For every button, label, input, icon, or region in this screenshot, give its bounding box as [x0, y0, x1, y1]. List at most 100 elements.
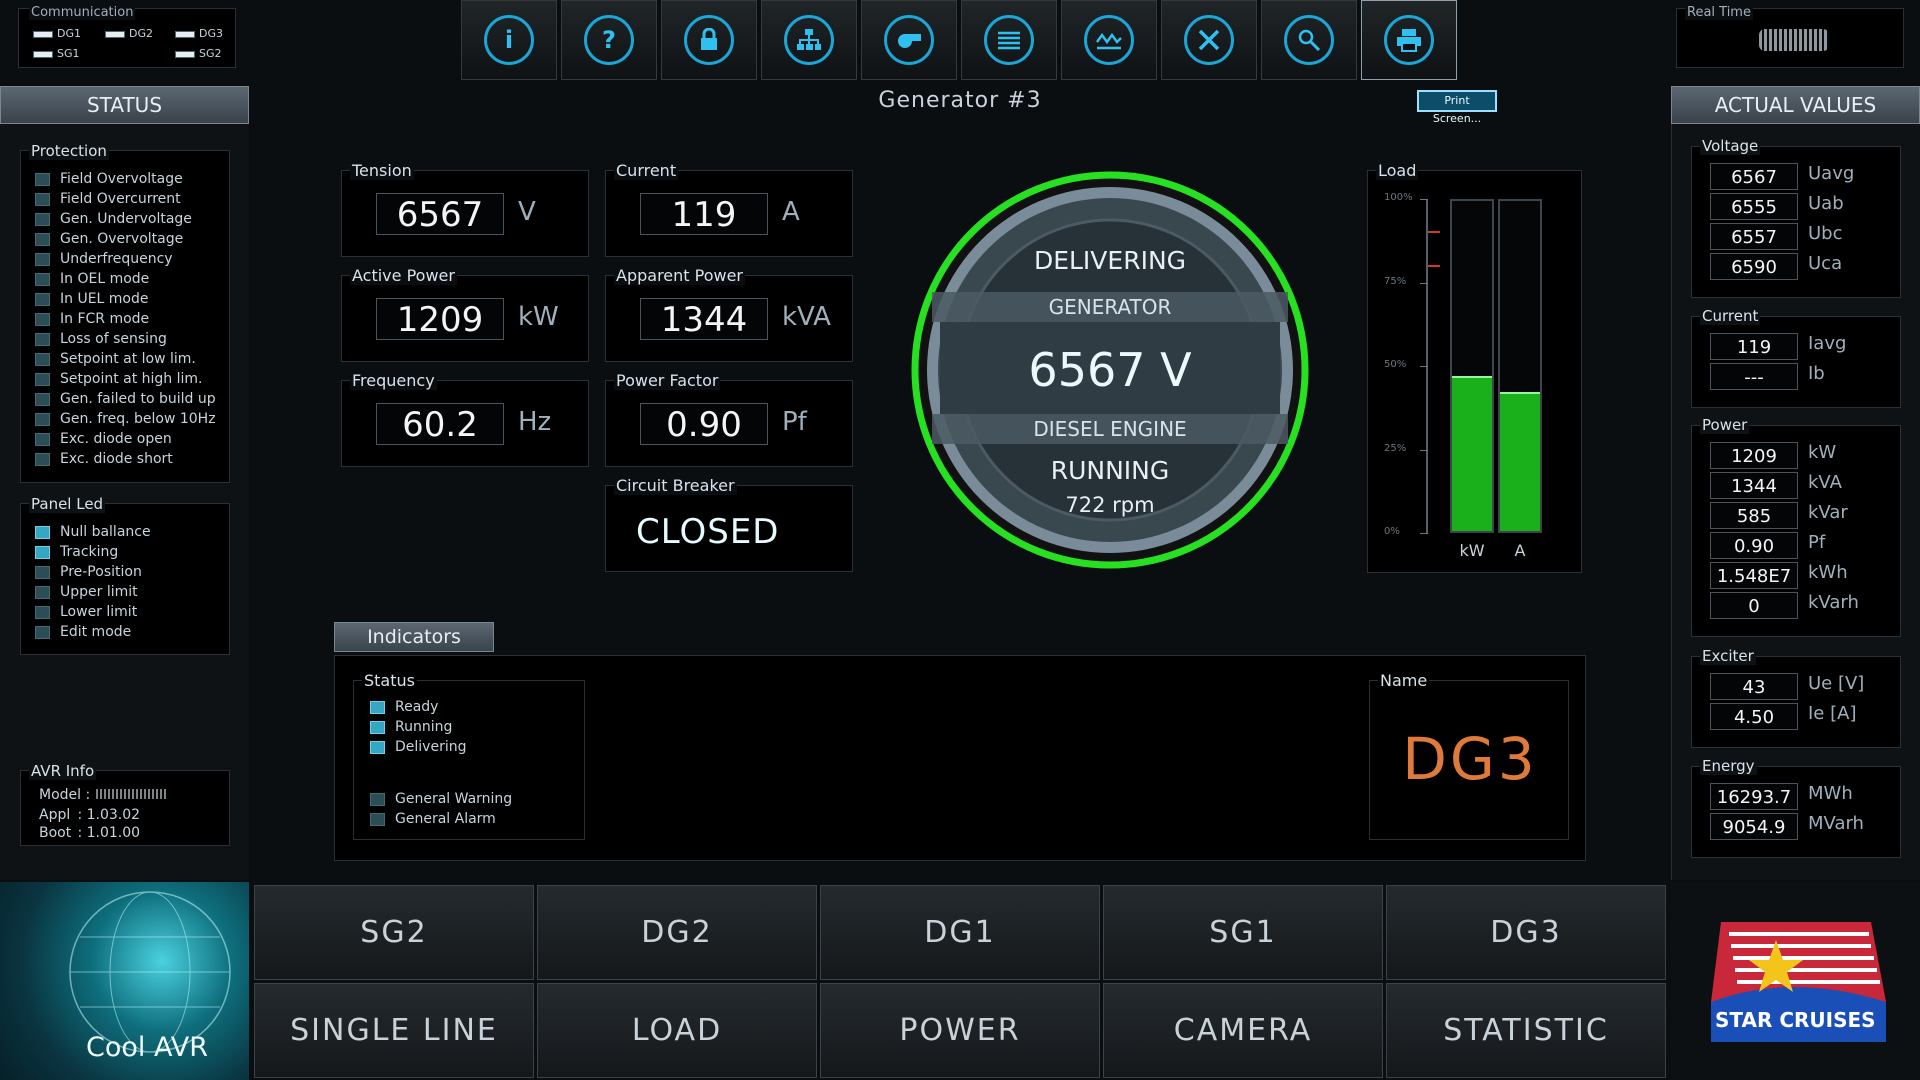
- actual-voltage-title: Voltage: [1700, 137, 1761, 155]
- trend-button[interactable]: [1061, 0, 1157, 80]
- frequency-panel: Frequency 60.2 Hz: [341, 371, 589, 467]
- load-bar-label: A: [1514, 541, 1526, 560]
- indicator-status-item: General Warning: [370, 789, 512, 809]
- indicator-status-label: Ready: [395, 699, 439, 715]
- load-tick-label: 0%: [1384, 526, 1400, 537]
- actual-power-panel: Power 1209 kW 1344 kVA 585 kVar 0.90 Pf 1.548E7 kW…: [1691, 416, 1901, 637]
- name-panel: Name DG3: [1369, 671, 1569, 840]
- protection-label: In FCR mode: [60, 311, 150, 327]
- nav-button-power[interactable]: POWER: [820, 983, 1100, 1078]
- actual-current-panel: Current 119 Iavg --- Ib: [1691, 307, 1901, 408]
- active-power-label: Active Power: [350, 266, 457, 285]
- protection-label: In UEL mode: [60, 291, 149, 307]
- actual-energy-title: Energy: [1700, 757, 1757, 775]
- help-button[interactable]: ?: [561, 0, 657, 80]
- actual-power-unit: kVA: [1808, 472, 1842, 493]
- tools-icon: [1184, 15, 1234, 65]
- avr-model-graphic: [96, 789, 169, 799]
- actual-exciter-unit: Ie [A]: [1808, 703, 1857, 724]
- realtime-clock-graphic: [1759, 29, 1829, 51]
- indicator-status-item: Running: [370, 717, 466, 737]
- protection-label: Loss of sensing: [60, 331, 167, 347]
- indicator-status-label: General Warning: [395, 791, 513, 807]
- load-red-mark-2: [1428, 265, 1440, 267]
- actual-power-unit: kVar: [1808, 502, 1848, 523]
- indicator-status-item: Ready: [370, 697, 466, 717]
- nav-button-sg2[interactable]: SG2: [254, 885, 534, 980]
- comm-dg2: DG2: [105, 27, 153, 40]
- actual-voltage-unit: Uca: [1808, 253, 1843, 274]
- actual-power-unit: kW: [1808, 442, 1837, 463]
- trend-icon: [1084, 15, 1134, 65]
- nav-button-camera[interactable]: CAMERA: [1103, 983, 1383, 1078]
- protection-panel: Protection Field Overvoltage Field Overcu…: [20, 142, 230, 483]
- panel-led-label: Null ballance: [60, 524, 151, 540]
- comm-sg2: SG2: [175, 47, 222, 60]
- status-led-icon: [35, 432, 50, 446]
- actual-energy-panel: Energy 16293.7 MWh 9054.9 MVarh: [1691, 757, 1901, 858]
- indicators-status-panel: Status Ready Running Delivering General Wa…: [353, 671, 585, 840]
- nav-button-load[interactable]: LOAD: [537, 983, 817, 1078]
- search-button[interactable]: [1261, 0, 1357, 80]
- avr-boot-row: Boot : 1.01.00: [39, 825, 141, 841]
- status-led-icon: [35, 412, 50, 426]
- nav-button-statistic[interactable]: STATISTIC: [1386, 983, 1666, 1078]
- load-bar-kW: [1452, 376, 1492, 531]
- status-led-icon: [35, 545, 50, 559]
- lock-button[interactable]: [661, 0, 757, 80]
- nav-button-dg2[interactable]: DG2: [537, 885, 817, 980]
- info-button[interactable]: i: [461, 0, 557, 80]
- status-led-icon: [370, 700, 385, 714]
- status-led-icon: [35, 452, 50, 466]
- page-title: Generator #3: [878, 88, 1042, 113]
- indicators-tab[interactable]: Indicators: [334, 622, 494, 652]
- actual-current-unit: Ib: [1808, 363, 1825, 384]
- print-button[interactable]: [1361, 0, 1457, 80]
- indicator-status-label: Running: [395, 719, 453, 735]
- actual-power-value: 1344: [1710, 472, 1798, 499]
- load-tick-mark: [1420, 449, 1428, 451]
- nav-button-dg1[interactable]: DG1: [820, 885, 1100, 980]
- name-title: Name: [1378, 671, 1430, 690]
- protection-item: Gen. Overvoltage: [35, 229, 216, 249]
- circuit-breaker-label: Circuit Breaker: [614, 476, 737, 495]
- load-title: Load: [1376, 161, 1419, 180]
- panel-led-item: Upper limit: [35, 582, 151, 602]
- help-icon: ?: [584, 15, 634, 65]
- tension-value: 6567: [376, 193, 504, 235]
- frequency-unit: Hz: [518, 407, 552, 437]
- realtime-panel: Real Time: [1676, 5, 1904, 68]
- nav-button-dg3[interactable]: DG3: [1386, 885, 1666, 980]
- panel-led-item: Lower limit: [35, 602, 151, 622]
- list-button[interactable]: [961, 0, 1057, 80]
- gauge-generator-label: GENERATOR: [1048, 295, 1172, 319]
- protection-item: Setpoint at high lim.: [35, 369, 216, 389]
- protection-item: Field Overvoltage: [35, 169, 216, 189]
- indicators-panel: Status Ready Running Delivering General Wa…: [334, 655, 1586, 861]
- whistle-button[interactable]: [861, 0, 957, 80]
- nav-button-sg1[interactable]: SG1: [1103, 885, 1383, 980]
- bottom-left-logo: Cool AVR: [0, 882, 249, 1080]
- protection-item: In OEL mode: [35, 269, 216, 289]
- actual-voltage-value: 6590: [1710, 253, 1798, 280]
- status-led-icon: [35, 192, 50, 206]
- gauge-rpm: 722 rpm: [1065, 493, 1155, 517]
- load-tick-label: 50%: [1384, 359, 1407, 370]
- avr-model-row: Model :: [39, 787, 169, 803]
- status-led-icon: [35, 585, 50, 599]
- actual-power-unit: kVarh: [1808, 592, 1859, 613]
- status-led-icon: [35, 312, 50, 326]
- actual-voltage-unit: Uab: [1808, 193, 1844, 214]
- network-button[interactable]: [761, 0, 857, 80]
- actual-exciter-unit: Ue [V]: [1808, 673, 1865, 694]
- protection-list: Field Overvoltage Field Overcurrent Gen. U…: [35, 169, 216, 469]
- status-led-icon: [370, 792, 385, 806]
- indicator-status-item: Delivering: [370, 737, 466, 757]
- tools-button[interactable]: [1161, 0, 1257, 80]
- network-icon: [784, 15, 834, 65]
- protection-item: Exc. diode short: [35, 449, 216, 469]
- nav-button-single-line[interactable]: SINGLE LINE: [254, 983, 534, 1078]
- print-screen-button[interactable]: Print Screen...: [1417, 90, 1497, 125]
- protection-item: Setpoint at low lim.: [35, 349, 216, 369]
- status-header: STATUS: [0, 86, 249, 124]
